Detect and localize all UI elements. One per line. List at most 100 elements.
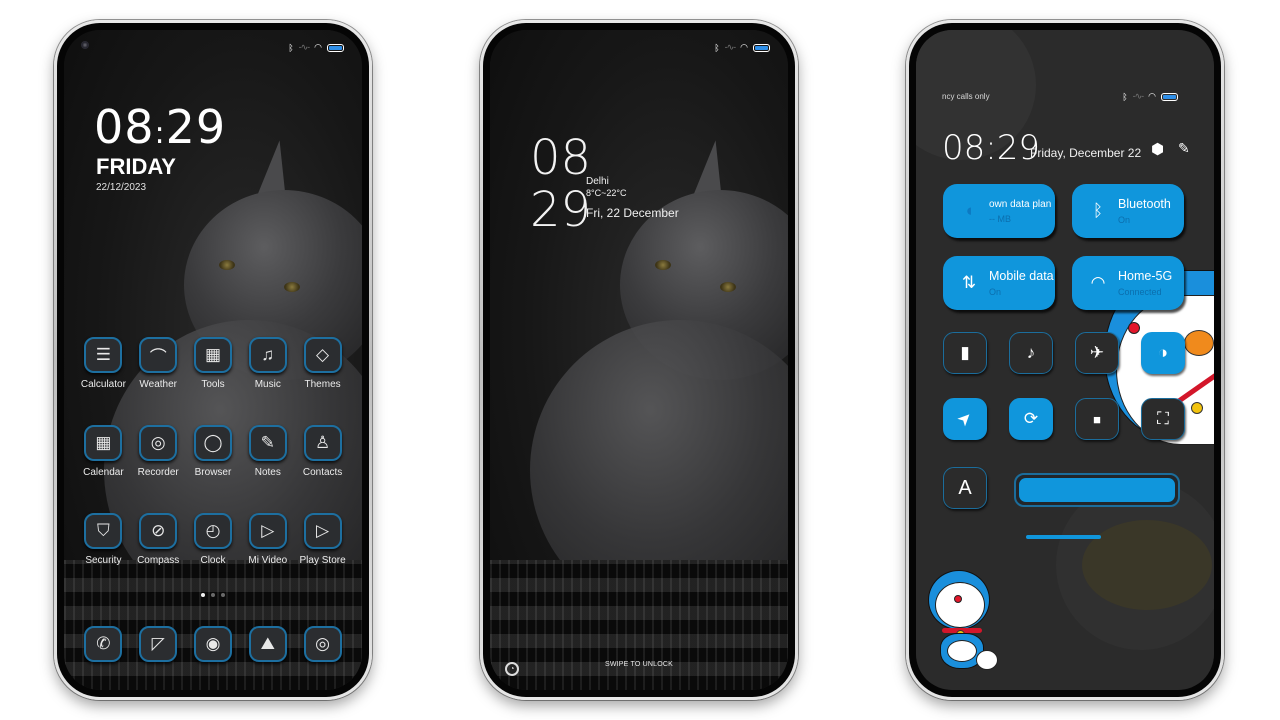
home-screen: ᛒ -∿- ◠ 08:29 FRIDAY 22/12/2023 ☰ Calcula…	[64, 30, 362, 690]
app-label: Weather	[139, 379, 177, 390]
tile-data-plan[interactable]: ◖ own data plan -- MB	[943, 184, 1055, 238]
control-center: ncy calls only ᛒ -∿- ◠ 08:29 Friday, Dec…	[916, 30, 1214, 690]
app-play-store[interactable]: ▷ Play Store	[295, 513, 350, 566]
toggle-location[interactable]: ➤	[943, 398, 987, 440]
app-label: Play Store	[299, 555, 346, 566]
toggle-silent[interactable]: ♪	[1009, 332, 1053, 374]
app-label: Calendar	[83, 467, 124, 478]
app-grid-row-2: ▦ Calendar ◎ Recorder ◯ Browser ✎ Notes ♙ Con…	[76, 425, 350, 478]
settings-icon[interactable]: ⬢	[1151, 140, 1164, 158]
app-calendar[interactable]: ▦ Calendar	[76, 425, 131, 478]
app-label: Recorder	[137, 467, 179, 478]
compass-icon: ⊘	[139, 513, 178, 549]
weather-icon: ⌒	[139, 337, 178, 373]
app-browser[interactable]: ◯ Browser	[186, 425, 241, 478]
dock-camera[interactable]: ◉	[186, 626, 241, 662]
lock-screen[interactable]: ᛒ -∿- ◠ 08 29 Delhi 8°C~22°C Fri, 22 Dec…	[490, 30, 788, 690]
app-grid-row-3: ⛉ Security ⊘ Compass ◴ Clock ▷ Mi Video ▷ Pla…	[76, 513, 350, 566]
tile-subtitle: -- MB	[989, 213, 1011, 224]
app-mi-video[interactable]: ▷ Mi Video	[240, 513, 295, 566]
tile-wifi[interactable]: ◠ Home-5G Connected	[1072, 256, 1184, 310]
app-label: Tools	[201, 379, 225, 390]
tile-title: Bluetooth	[1118, 197, 1171, 211]
play-store-icon: ▷	[303, 513, 342, 549]
phone-bezel: ᛒ -∿- ◠ 08 29 Delhi 8°C~22°C Fri, 22 Dec…	[483, 23, 795, 697]
bluetooth-icon: ᛒ	[1122, 91, 1128, 102]
app-contacts[interactable]: ♙ Contacts	[295, 425, 350, 478]
tile-mobile-data[interactable]: ⇅ Mobile data On	[943, 256, 1055, 310]
signal-icon: -∿-	[724, 42, 737, 52]
app-music[interactable]: ♫ Music	[240, 337, 295, 390]
app-themes[interactable]: ◇ Themes	[295, 337, 350, 390]
app-label: Clock	[200, 555, 226, 566]
bluetooth-icon: ᛒ	[1092, 201, 1104, 220]
phone-icon: ✆	[84, 626, 123, 662]
tile-subtitle: Connected	[1118, 287, 1162, 297]
airplane-icon: ✈	[1089, 343, 1105, 362]
dock-messages[interactable]: ◸	[131, 626, 186, 662]
weather-temperature: 8°C~22°C	[586, 188, 627, 198]
app-calculator[interactable]: ☰ Calculator	[76, 337, 131, 390]
control-center-date: Friday, December 22	[1030, 146, 1142, 160]
browser-icon: ◯	[193, 425, 232, 461]
brightness-slider[interactable]	[1014, 473, 1180, 507]
flashlight-icon: ▮	[960, 343, 970, 362]
dock-phone[interactable]: ✆	[76, 626, 131, 662]
clock-widget[interactable]: 08:29	[94, 100, 226, 154]
dock-chrome[interactable]: ◎	[295, 626, 350, 662]
rotation-lock-icon: ⟳	[1023, 409, 1039, 428]
toggle-dark-mode[interactable]: ◑	[1141, 332, 1185, 374]
app-notes[interactable]: ✎ Notes	[240, 425, 295, 478]
app-compass[interactable]: ⊘ Compass	[131, 513, 186, 566]
location-icon: ➤	[952, 406, 977, 431]
toggle-flashlight[interactable]: ▮	[943, 332, 987, 374]
battery-icon	[327, 43, 344, 52]
phone-lock-screen: ᛒ -∿- ◠ 08 29 Delhi 8°C~22°C Fri, 22 Dec…	[480, 20, 798, 700]
toggle-rotation-lock[interactable]: ⟳	[1009, 398, 1053, 440]
auto-brightness-button[interactable]: A	[943, 467, 987, 509]
basket-image	[490, 560, 788, 690]
video-camera-icon: ■	[1093, 411, 1101, 427]
toggle-airplane[interactable]: ✈	[1075, 332, 1119, 374]
page-dot[interactable]	[221, 593, 225, 597]
lock-hour: 08	[530, 130, 592, 186]
messages-icon: ◸	[139, 626, 178, 662]
app-security[interactable]: ⛉ Security	[76, 513, 131, 566]
dark-mode-icon: ◑	[1157, 343, 1169, 362]
wifi-icon: ◠	[1090, 273, 1106, 292]
swipe-to-unlock-hint[interactable]: SWIPE TO UNLOCK	[490, 661, 788, 668]
notes-icon: ✎	[248, 425, 287, 461]
weather-city: Delhi	[586, 176, 609, 187]
toggle-scanner[interactable]: ⛶	[1141, 398, 1185, 440]
camera-shortcut-icon[interactable]: ◔	[505, 662, 519, 676]
app-weather[interactable]: ⌒ Weather	[131, 337, 186, 390]
tile-bluetooth[interactable]: ᛒ Bluetooth On	[1072, 184, 1184, 238]
lock-minute: 29	[530, 182, 592, 238]
app-recorder[interactable]: ◎ Recorder	[131, 425, 186, 478]
lock-date: Fri, 22 December	[586, 206, 679, 220]
bluetooth-icon: ᛒ	[288, 42, 294, 53]
showcase: ᛒ -∿- ◠ 08:29 FRIDAY 22/12/2023 ☰ Calcula…	[0, 0, 1280, 720]
contacts-icon: ♙	[303, 425, 342, 461]
battery-icon	[753, 43, 770, 52]
app-clock[interactable]: ◴ Clock	[186, 513, 241, 566]
doraemon-belly	[947, 640, 977, 662]
dock: ✆ ◸ ◉ ⛰ ◎	[76, 626, 350, 662]
app-label: Security	[85, 555, 122, 566]
toggle-screen-record[interactable]: ■	[1075, 398, 1119, 440]
tile-title: Mobile data	[989, 269, 1054, 283]
date-label: 22/12/2023	[96, 182, 147, 193]
battery-icon	[1161, 92, 1178, 101]
page-dot-active[interactable]	[201, 593, 205, 597]
calendar-icon: ▦	[84, 425, 123, 461]
page-indicator[interactable]	[64, 593, 362, 597]
camera-app-icon: ◉	[193, 626, 232, 662]
app-tools[interactable]: ▦ Tools	[186, 337, 241, 390]
dock-gallery[interactable]: ⛰	[240, 626, 295, 662]
control-center-handle[interactable]	[1026, 535, 1101, 539]
wifi-icon: ◠	[740, 42, 748, 52]
doraemon-ear	[1184, 330, 1214, 356]
app-label: Browser	[194, 467, 232, 478]
page-dot[interactable]	[211, 593, 215, 597]
edit-icon[interactable]: ✎	[1178, 140, 1190, 157]
